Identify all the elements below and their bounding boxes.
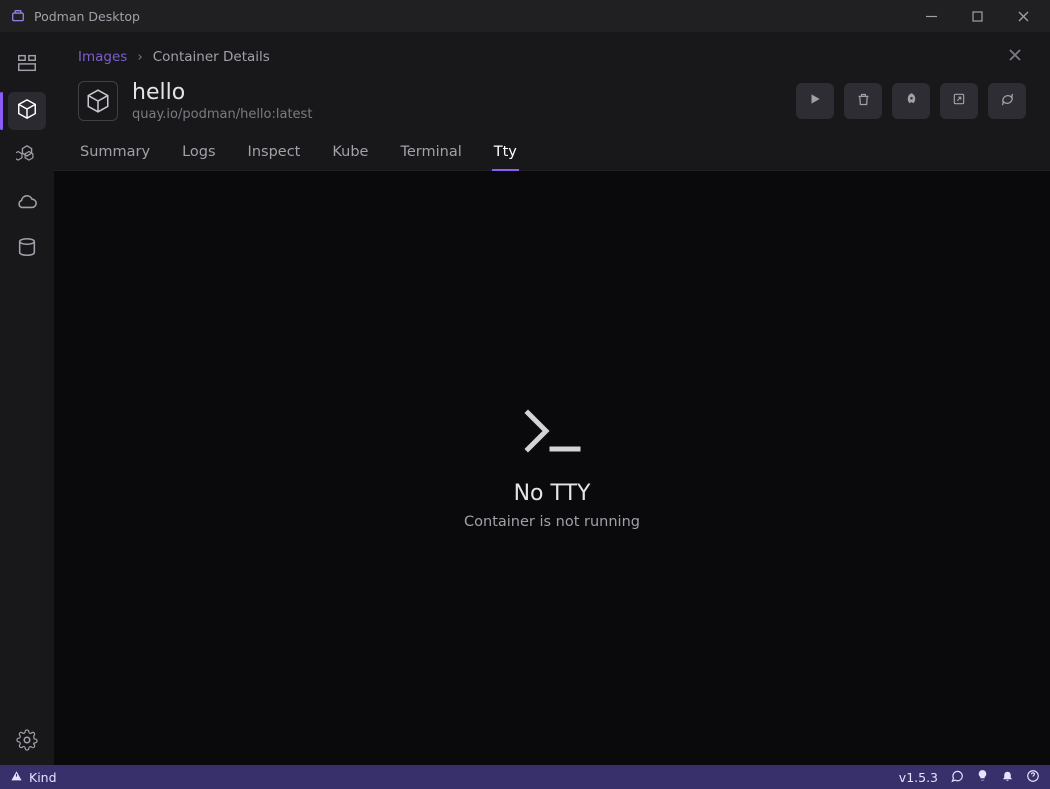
external-link-icon: [952, 92, 966, 110]
delete-container-button[interactable]: [844, 83, 882, 119]
sidebar: [0, 32, 54, 765]
tab-body: No TTY Container is not running: [54, 171, 1050, 765]
help-button[interactable]: [1026, 769, 1040, 786]
breadcrumb-current: Container Details: [153, 49, 270, 65]
terminal-icon: [522, 407, 582, 481]
container-image-ref: quay.io/podman/hello:latest: [132, 107, 312, 122]
window-close-button[interactable]: [1000, 0, 1046, 32]
close-details-button[interactable]: [1004, 44, 1026, 70]
feedback-button[interactable]: [950, 769, 964, 786]
bell-icon: [1001, 769, 1014, 785]
container-name: hello: [132, 80, 312, 105]
dashboard-icon: [16, 52, 38, 78]
empty-state-title: No TTY: [514, 481, 591, 506]
refresh-icon: [1000, 92, 1015, 111]
tab-logs[interactable]: Logs: [180, 138, 217, 170]
breadcrumb-root[interactable]: Images: [78, 49, 127, 65]
notifications-button[interactable]: [1001, 769, 1014, 785]
status-context[interactable]: Kind: [10, 769, 57, 785]
rocket-icon: [904, 92, 919, 111]
window-minimize-button[interactable]: [908, 0, 954, 32]
sidebar-item-containers[interactable]: [8, 92, 46, 130]
sidebar-item-pods[interactable]: [8, 138, 46, 176]
app-icon: [10, 8, 26, 24]
tab-summary[interactable]: Summary: [78, 138, 152, 170]
app-title: Podman Desktop: [34, 9, 140, 24]
sidebar-item-dashboard[interactable]: [8, 46, 46, 84]
window-maximize-button[interactable]: [954, 0, 1000, 32]
restart-container-button[interactable]: [988, 83, 1026, 119]
chevron-right-icon: ›: [137, 49, 142, 65]
status-version: v1.5.3: [899, 770, 938, 785]
database-icon: [16, 236, 38, 262]
tab-kube[interactable]: Kube: [330, 138, 370, 170]
statusbar: Kind v1.5.3: [0, 765, 1050, 789]
sidebar-item-settings[interactable]: [8, 723, 46, 761]
details-header: hello quay.io/podman/hello:latest: [54, 70, 1050, 128]
cloud-icon: [16, 190, 38, 216]
container-icon: [78, 81, 118, 121]
sidebar-item-images[interactable]: [8, 184, 46, 222]
tab-tty[interactable]: Tty: [492, 138, 519, 170]
content: Images › Container Details hello quay.io…: [54, 32, 1050, 765]
titlebar: Podman Desktop: [0, 0, 1050, 32]
hints-button[interactable]: [976, 769, 989, 785]
breadcrumb: Images › Container Details: [54, 32, 1050, 70]
chat-icon: [950, 769, 964, 786]
tab-terminal[interactable]: Terminal: [398, 138, 463, 170]
cube-icon: [16, 98, 38, 124]
empty-state-message: Container is not running: [464, 514, 640, 530]
status-context-label: Kind: [29, 770, 57, 785]
empty-state: No TTY Container is not running: [464, 407, 640, 530]
open-browser-button[interactable]: [940, 83, 978, 119]
help-icon: [1026, 769, 1040, 786]
cubes-icon: [16, 144, 38, 170]
lightbulb-icon: [976, 769, 989, 785]
gear-icon: [16, 729, 38, 755]
tab-inspect[interactable]: Inspect: [246, 138, 303, 170]
trash-icon: [856, 92, 871, 111]
sidebar-item-volumes[interactable]: [8, 230, 46, 268]
start-container-button[interactable]: [796, 83, 834, 119]
detail-tabs: Summary Logs Inspect Kube Terminal Tty: [54, 128, 1050, 171]
warning-icon: [10, 769, 23, 785]
deploy-kubernetes-button[interactable]: [892, 83, 930, 119]
play-icon: [808, 92, 822, 110]
